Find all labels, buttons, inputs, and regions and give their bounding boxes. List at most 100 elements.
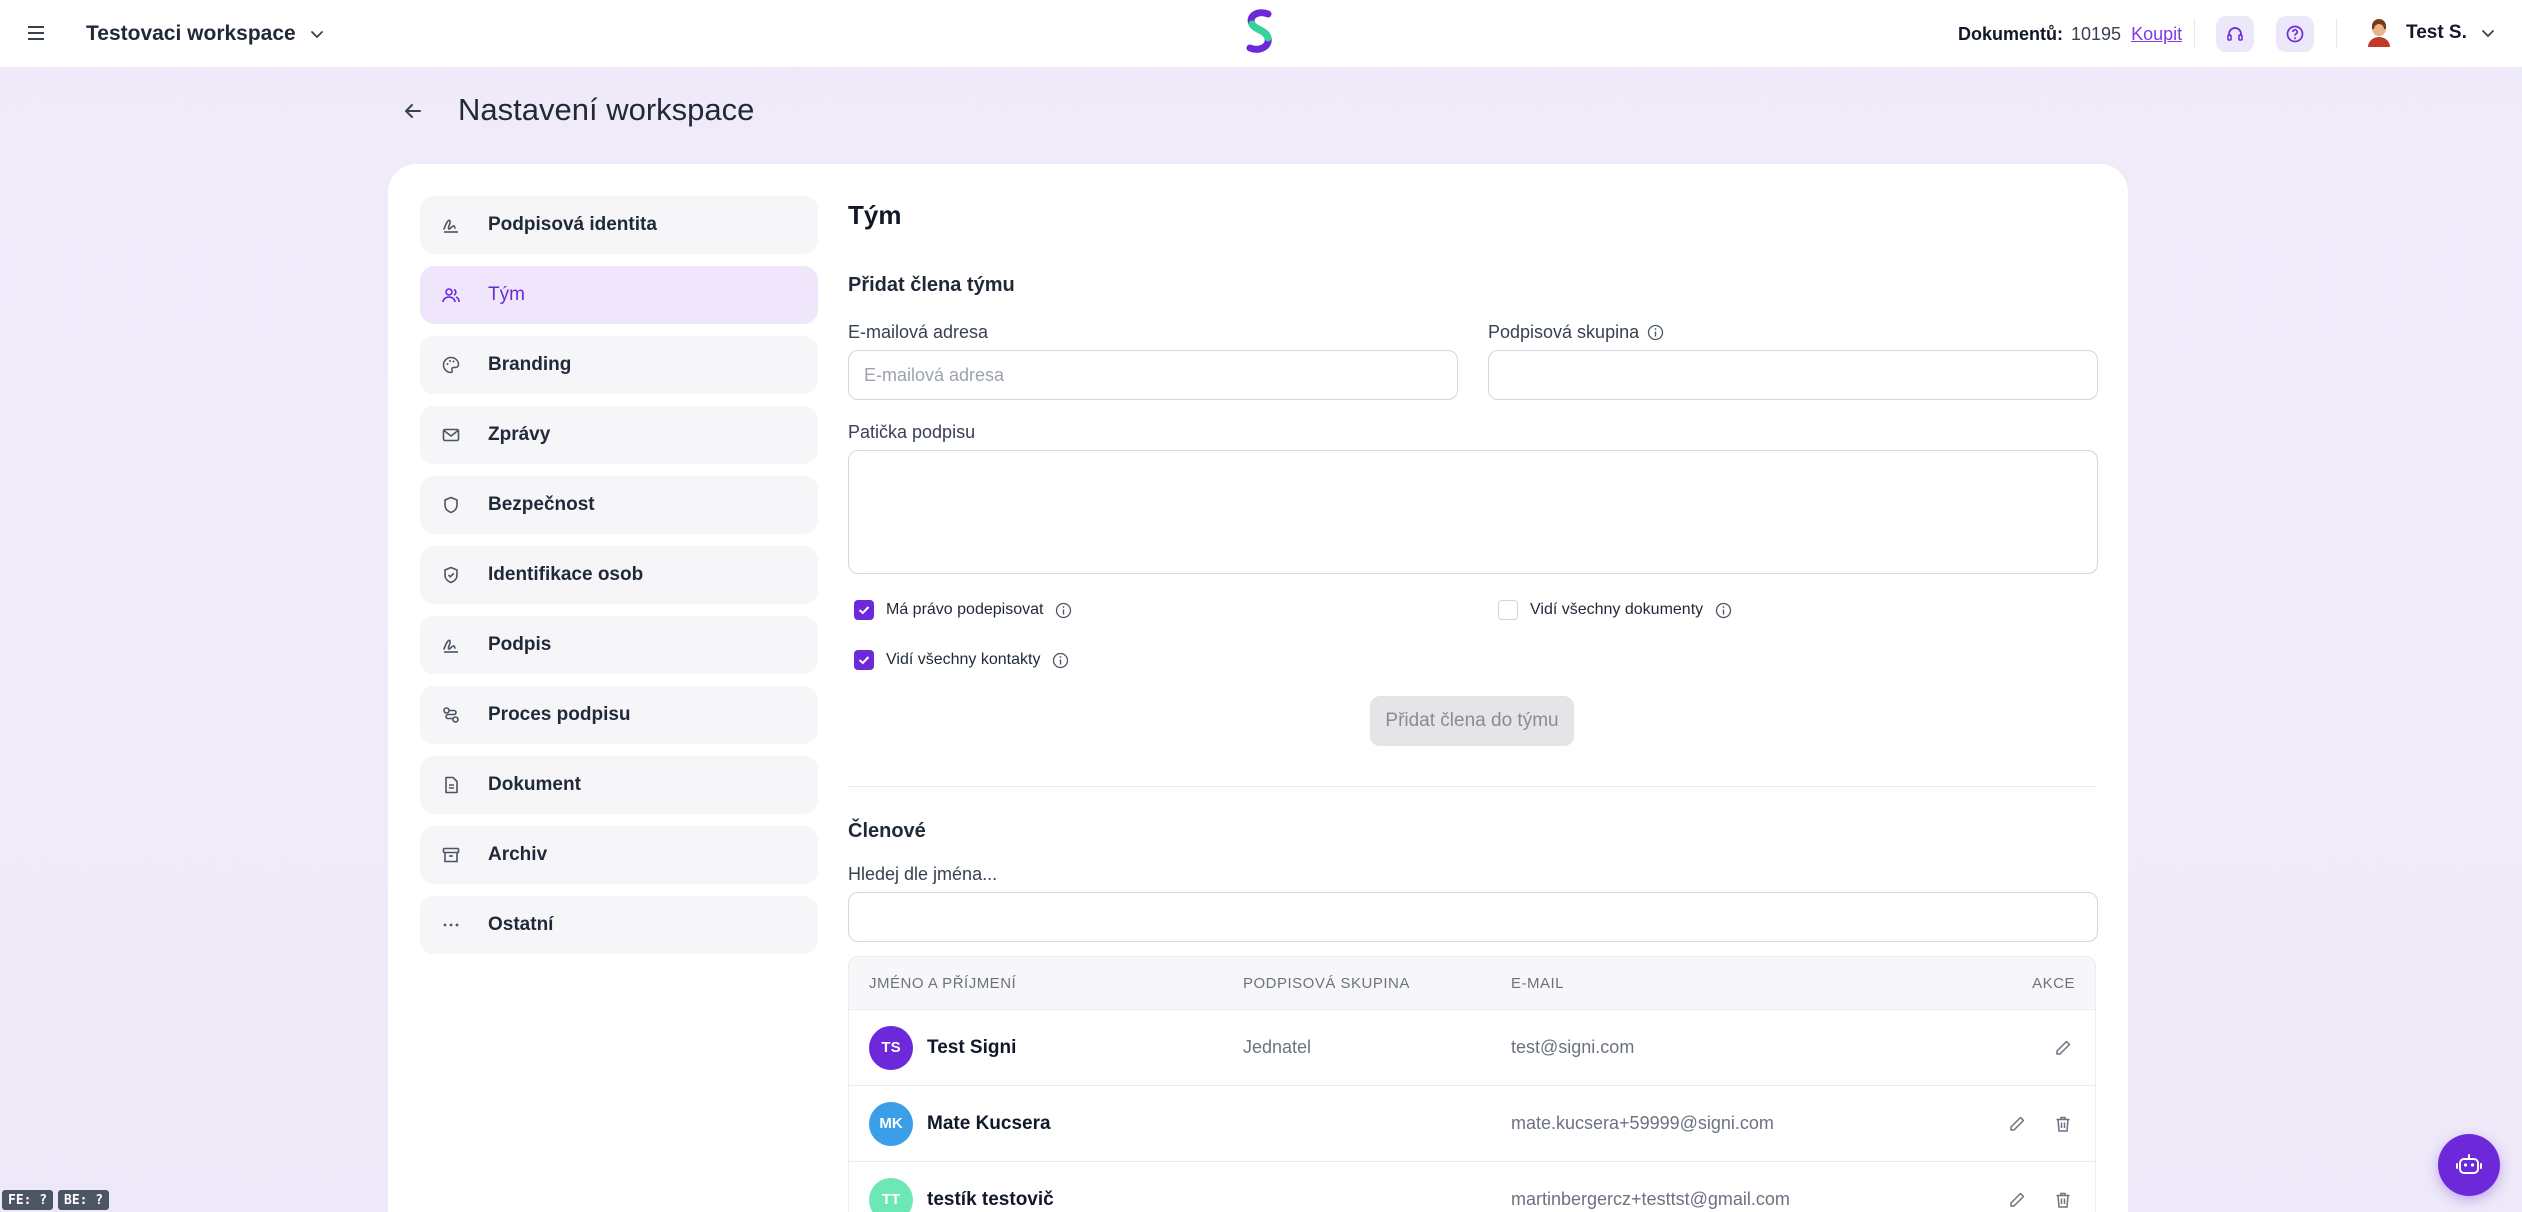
nav-item-branding[interactable]: Branding — [420, 336, 818, 394]
checkbox-checked[interactable] — [854, 600, 874, 620]
trash-icon — [2056, 1116, 2070, 1132]
chatbot-button[interactable] — [2438, 1134, 2500, 1196]
user-name: Test S. — [2406, 22, 2467, 43]
signing-group-select[interactable] — [1488, 350, 2098, 400]
avatar — [2368, 19, 2390, 47]
nav-item-label: Archiv — [488, 844, 548, 865]
members-table: JMÉNO A PŘÍJMENÍ PODPISOVÁ SKUPINA E-MAI… — [848, 956, 2096, 1212]
nav-item-archiv[interactable]: Archiv — [420, 826, 818, 884]
nav-item-podpisova-identita[interactable]: Podpisová identita — [420, 196, 818, 254]
signature-icon — [440, 634, 462, 656]
edit-button[interactable] — [2005, 1112, 2029, 1136]
email-field[interactable] — [848, 350, 1458, 400]
nav-item-zpravy[interactable]: Zprávy — [420, 406, 818, 464]
member-email: martinbergercz+testtst@gmail.com — [1511, 1189, 1790, 1209]
chevron-down-icon — [310, 31, 323, 39]
edit-button[interactable] — [2005, 1188, 2029, 1212]
add-member-button[interactable]: Přidat člena do týmu — [1370, 696, 1574, 746]
nav-item-podpis[interactable]: Podpis — [420, 616, 818, 674]
sees-all-documents-checkbox[interactable]: Vidí všechny dokumenty — [1498, 600, 1732, 620]
chevron-down-icon — [2481, 30, 2494, 38]
member-name-cell: TT testík testovič — [849, 1177, 1243, 1212]
signature-footer-label: Patička podpisu — [848, 422, 975, 443]
nav-item-label: Ostatní — [488, 914, 554, 935]
trash-icon — [2056, 1192, 2070, 1208]
delete-button[interactable] — [2051, 1112, 2075, 1136]
can-sign-checkbox[interactable]: Má právo podepisovat — [854, 600, 1072, 620]
add-member-title: Přidat člena týmu — [848, 274, 1015, 296]
member-name-cell: MK Mate Kucsera — [849, 1101, 1243, 1146]
email-label: E-mailová adresa — [848, 322, 988, 343]
table-row: TT testík testovič martinbergercz+testts… — [849, 1161, 2095, 1212]
table-row: MK Mate Kucsera mate.kucsera+59999@signi… — [849, 1085, 2095, 1161]
delete-button[interactable] — [2051, 1188, 2075, 1212]
settings-nav: Podpisová identita Tým Branding Zprávy B… — [420, 196, 818, 966]
help-button[interactable] — [2276, 16, 2314, 52]
checkbox-unchecked[interactable] — [1498, 600, 1518, 620]
nav-item-label: Branding — [488, 354, 572, 375]
robot-icon — [2456, 1154, 2482, 1174]
fe-version-badge: FE: ? — [2, 1190, 54, 1210]
nav-item-identifikace-osob[interactable]: Identifikace osob — [420, 546, 818, 604]
more-icon — [440, 914, 462, 936]
users-icon — [440, 284, 462, 306]
checkbox-label: Vidí všechny dokumenty — [1530, 601, 1704, 618]
column-header-actions: AKCE — [2032, 974, 2075, 992]
workspace-switcher[interactable]: Testovaci workspace — [86, 18, 326, 50]
member-name: testík testovič — [927, 1188, 1054, 1210]
pencil-icon — [2056, 1040, 2071, 1055]
nav-item-proces-podpisu[interactable]: Proces podpisu — [420, 686, 818, 744]
signature-footer-textarea[interactable] — [848, 450, 2098, 574]
member-email: mate.kucsera+59999@signi.com — [1511, 1113, 1774, 1133]
avatar: MK — [869, 1101, 913, 1146]
column-header-group: PODPISOVÁ SKUPINA — [1243, 974, 1410, 992]
support-button[interactable] — [2216, 16, 2254, 52]
search-label-text: Hledej dle jména... — [848, 864, 998, 884]
shield-icon — [440, 494, 462, 516]
nav-item-tym[interactable]: Tým — [420, 266, 818, 324]
member-search-input[interactable] — [848, 892, 2098, 942]
logo-icon — [1246, 9, 1272, 53]
hamburger-menu-button[interactable] — [26, 20, 48, 46]
info-icon[interactable] — [1715, 602, 1732, 619]
info-icon[interactable] — [1055, 602, 1072, 619]
signi-logo[interactable] — [1240, 8, 1280, 54]
email-label-text: E-mailová adresa — [848, 322, 989, 342]
avatar: TS — [869, 1025, 913, 1070]
checkbox-checked[interactable] — [854, 650, 874, 670]
user-menu[interactable]: Test S. — [2364, 14, 2497, 52]
nav-item-label: Zprávy — [488, 424, 551, 445]
mail-icon — [440, 424, 462, 446]
search-label: Hledej dle jména... — [848, 864, 997, 885]
pencil-icon — [2010, 1116, 2025, 1131]
info-icon[interactable] — [1647, 324, 1664, 341]
hamburger-icon — [28, 26, 44, 40]
signing-group-label-text: Podpisová skupina — [1488, 322, 1640, 342]
document-icon — [440, 774, 462, 796]
pencil-icon — [2010, 1192, 2025, 1207]
edit-button[interactable] — [2051, 1036, 2075, 1060]
documents-label: Dokumentů: — [1958, 23, 2063, 44]
nav-item-label: Proces podpisu — [488, 704, 631, 725]
nav-item-label: Tým — [488, 284, 525, 305]
avatar: TT — [869, 1177, 913, 1212]
workspace-name: Testovaci workspace — [86, 22, 296, 45]
question-circle-icon — [2286, 25, 2304, 43]
back-button[interactable] — [396, 94, 430, 128]
page-title: Nastavení workspace — [458, 92, 755, 127]
nav-item-bezpecnost[interactable]: Bezpečnost — [420, 476, 818, 534]
sees-all-contacts-checkbox[interactable]: Vidí všechny kontakty — [854, 650, 1069, 670]
nav-item-dokument[interactable]: Dokument — [420, 756, 818, 814]
info-icon[interactable] — [1052, 652, 1069, 669]
nav-item-label: Podpis — [488, 634, 552, 655]
nav-item-label: Podpisová identita — [488, 214, 657, 235]
section-title: Tým — [848, 200, 902, 230]
divider — [848, 786, 2096, 787]
nav-item-ostatni[interactable]: Ostatní — [420, 896, 818, 954]
member-name: Mate Kucsera — [927, 1112, 1051, 1134]
signature-footer-label-text: Patička podpisu — [848, 422, 976, 442]
buy-link[interactable]: Koupit — [2131, 24, 2182, 45]
nav-item-label: Dokument — [488, 774, 581, 795]
member-actions — [1959, 1188, 2095, 1212]
archive-icon — [440, 844, 462, 866]
